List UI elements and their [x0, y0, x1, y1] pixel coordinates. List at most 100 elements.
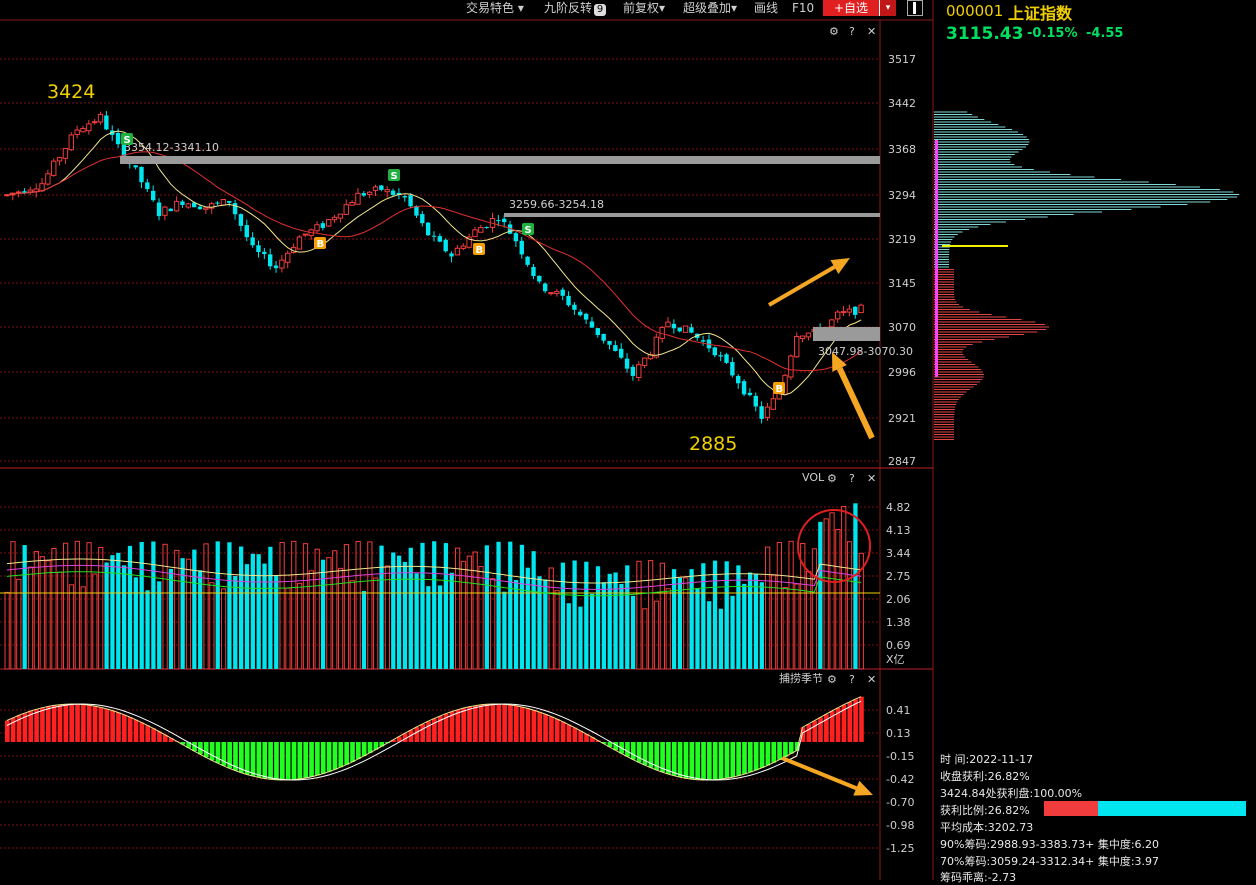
indicator-bar	[426, 721, 431, 742]
volume-bar	[478, 566, 484, 670]
volume-bar	[846, 541, 853, 670]
indicator-bar	[92, 706, 98, 742]
candle-body	[554, 291, 560, 295]
candle-body	[139, 166, 144, 183]
indicator-bar	[543, 714, 548, 742]
candle-body	[185, 203, 191, 208]
ind-tick-label: -0.98	[886, 819, 914, 832]
candle-body	[624, 358, 630, 369]
indicator-bar	[707, 742, 712, 780]
candle-body	[285, 252, 291, 263]
volume-bar	[343, 544, 350, 670]
volume-bar	[776, 542, 782, 670]
volume-bars	[0, 503, 880, 670]
indicator-bar	[818, 717, 823, 742]
indicator-bar	[783, 742, 788, 757]
loss-ratio-bar	[1098, 801, 1246, 816]
candle-body	[349, 202, 355, 206]
indicator-bar	[677, 742, 683, 778]
volume-bar	[139, 542, 144, 669]
indicator-bar	[315, 742, 320, 776]
indicator-bar	[572, 727, 578, 742]
candle-body	[519, 240, 524, 255]
candle-body	[133, 165, 138, 168]
volume-bar	[332, 550, 338, 670]
indicator-bar	[525, 708, 531, 742]
volume-bar	[484, 545, 489, 669]
candle-body	[227, 201, 232, 203]
volume-bar	[683, 577, 689, 670]
indicator-bar	[671, 742, 677, 776]
candle-body	[741, 381, 747, 395]
volume-bar	[502, 591, 507, 669]
volume-bar	[86, 542, 92, 670]
candle-body	[712, 347, 718, 356]
price-tick-label: 3145	[888, 277, 916, 290]
indicator-bar	[712, 742, 718, 780]
indicator-bar	[350, 742, 355, 762]
indicator-bar	[812, 720, 817, 742]
close-icon: ✕	[867, 472, 876, 485]
volume-bar	[630, 595, 636, 669]
indicator-bar	[63, 704, 69, 742]
buy-signal-label: B	[476, 245, 484, 256]
sell-signal-label: S	[391, 171, 398, 182]
indicator-bar	[356, 742, 361, 760]
volume-bar	[63, 542, 69, 670]
chip-distribution	[934, 111, 1240, 440]
candle-body	[355, 192, 361, 205]
ind-tick-label: -1.25	[886, 842, 914, 855]
price-tick-label: 2996	[888, 366, 916, 379]
candle-body	[542, 283, 548, 292]
indicator-bar	[519, 706, 525, 742]
volume-bar	[209, 582, 215, 670]
volume-bar	[192, 549, 197, 669]
candle-body	[630, 366, 636, 376]
volume-bar	[607, 573, 612, 669]
candle-body	[443, 239, 448, 252]
volume-bar	[805, 570, 812, 670]
indicator-bar	[736, 742, 741, 776]
indicator-bar	[5, 720, 10, 742]
volume-bar	[449, 572, 454, 669]
volume-bar	[788, 540, 794, 670]
indicator-bar	[478, 704, 484, 742]
volume-bar	[707, 601, 712, 669]
zone-label-1: 3354.12-3341.10	[124, 141, 219, 154]
volume-bar	[811, 548, 818, 670]
candle-body	[104, 115, 109, 130]
volume-bar	[689, 569, 694, 669]
candle-body	[700, 340, 706, 342]
candle-body	[51, 160, 57, 176]
ind-panel-title: 捕捞季节	[779, 671, 823, 685]
volume-bar	[537, 576, 542, 669]
chip-profit: 收盘获利:26.82%	[940, 770, 1030, 783]
candle-body	[460, 245, 466, 249]
indicator-bar	[309, 742, 314, 777]
candle-body	[513, 233, 519, 242]
volume-bar	[27, 566, 34, 670]
candle-body	[449, 253, 454, 257]
volume-bar	[116, 552, 121, 669]
candle-body	[619, 348, 624, 358]
candle-body	[770, 398, 777, 410]
candle-body	[402, 196, 407, 198]
indicator-bar	[40, 707, 45, 742]
candle-body	[80, 128, 86, 133]
candle-body	[279, 259, 285, 269]
ind-tick-label: 0.41	[886, 704, 911, 717]
sell-signal-label: S	[124, 135, 131, 146]
volume-bar	[10, 541, 16, 670]
candle-body	[653, 336, 660, 358]
volume-bar	[648, 560, 654, 670]
volume-bar	[625, 565, 630, 669]
volume-bar	[519, 544, 525, 669]
candle-body	[45, 173, 51, 185]
volume-bar	[853, 503, 858, 669]
volume-bar	[285, 587, 291, 670]
candle-body	[548, 292, 554, 295]
candle-body	[173, 200, 180, 212]
candle-body	[572, 304, 577, 310]
volume-bar	[432, 541, 437, 669]
vol-unit-label: X亿	[886, 653, 905, 666]
